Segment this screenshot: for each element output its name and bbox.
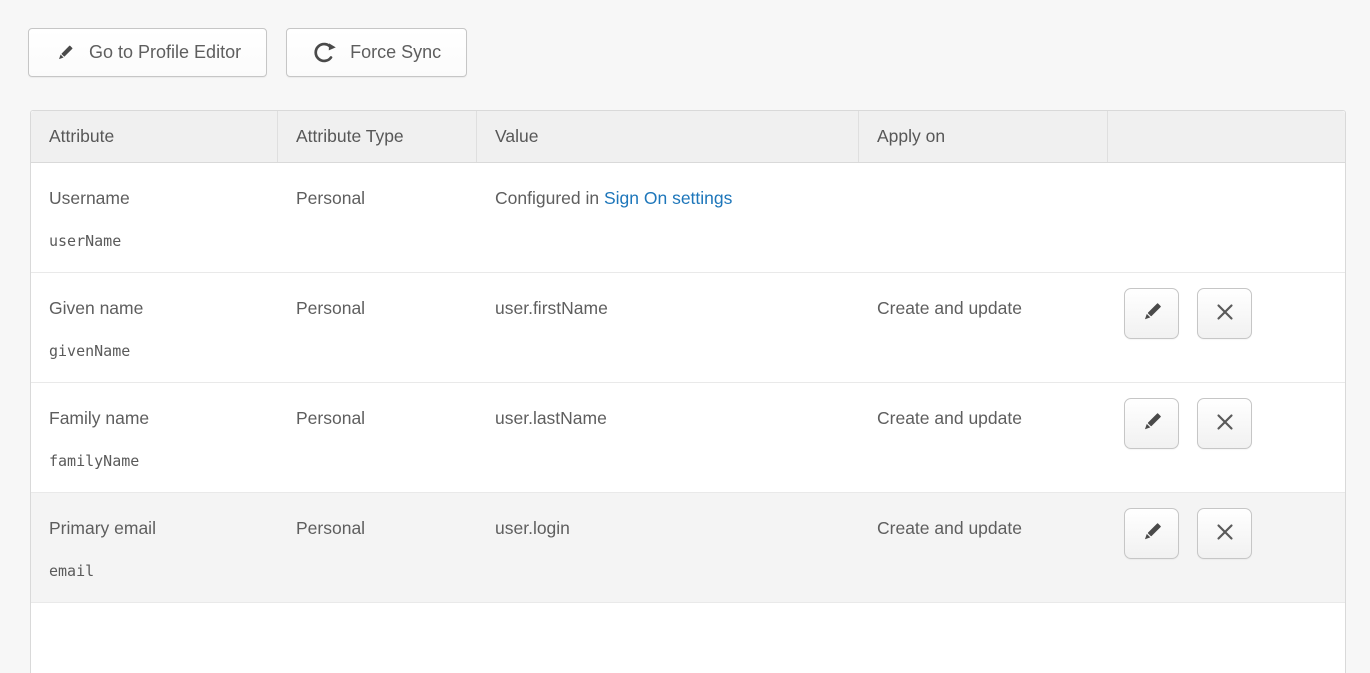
edit-attribute-button[interactable] — [1124, 398, 1179, 449]
attribute-variable-name: givenName — [49, 342, 278, 360]
attribute-mappings-table: Attribute Attribute Type Value Apply on … — [30, 110, 1346, 673]
column-header-value: Value — [477, 111, 859, 162]
table-row-given-name: Given name givenName Personal user.first… — [31, 273, 1345, 383]
go-to-profile-editor-label: Go to Profile Editor — [89, 42, 241, 63]
table-header-row: Attribute Attribute Type Value Apply on — [31, 111, 1345, 163]
attribute-label: Primary email — [49, 518, 278, 538]
actions-cell — [1108, 273, 1345, 382]
attribute-type-cell: Personal — [278, 163, 477, 272]
close-icon — [1212, 409, 1238, 438]
actions-cell — [1108, 493, 1345, 602]
pencil-icon — [54, 42, 76, 64]
table-row-partial — [31, 603, 1345, 673]
attribute-variable-name: userName — [49, 232, 278, 250]
value-cell: Configured in Sign On settings — [477, 163, 859, 272]
attribute-variable-name: familyName — [49, 452, 278, 470]
pencil-icon — [1139, 519, 1165, 548]
edit-attribute-button[interactable] — [1124, 508, 1179, 559]
value-text: Configured in — [495, 188, 604, 208]
attribute-type-cell: Personal — [278, 273, 477, 382]
delete-attribute-button[interactable] — [1197, 508, 1252, 559]
attribute-cell: Username userName — [31, 163, 278, 272]
attribute-label: Family name — [49, 408, 278, 428]
column-header-attribute-type: Attribute Type — [278, 111, 477, 162]
attribute-variable-name: email — [49, 562, 278, 580]
apply-on-cell: Create and update — [859, 383, 1108, 492]
attribute-label: Username — [49, 188, 278, 208]
close-icon — [1212, 519, 1238, 548]
delete-attribute-button[interactable] — [1197, 288, 1252, 339]
attribute-label: Given name — [49, 298, 278, 318]
pencil-icon — [1139, 299, 1165, 328]
apply-on-cell: Create and update — [859, 493, 1108, 602]
toolbar: Go to Profile Editor Force Sync — [28, 28, 467, 77]
apply-on-cell: Create and update — [859, 273, 1108, 382]
table-row-family-name: Family name familyName Personal user.las… — [31, 383, 1345, 493]
table-row-primary-email: Primary email email Personal user.login … — [31, 493, 1345, 603]
attribute-cell: Primary email email — [31, 493, 278, 602]
attribute-type-cell: Personal — [278, 493, 477, 602]
attribute-cell: Given name givenName — [31, 273, 278, 382]
apply-on-cell — [859, 163, 1108, 272]
attribute-cell: Family name familyName — [31, 383, 278, 492]
actions-cell — [1108, 383, 1345, 492]
refresh-icon — [312, 40, 337, 65]
pencil-icon — [1139, 409, 1165, 438]
value-cell: user.firstName — [477, 273, 859, 382]
value-cell: user.lastName — [477, 383, 859, 492]
force-sync-label: Force Sync — [350, 42, 441, 63]
table-row-username: Username userName Personal Configured in… — [31, 163, 1345, 273]
go-to-profile-editor-button[interactable]: Go to Profile Editor — [28, 28, 267, 77]
edit-attribute-button[interactable] — [1124, 288, 1179, 339]
delete-attribute-button[interactable] — [1197, 398, 1252, 449]
column-header-attribute: Attribute — [31, 111, 278, 162]
value-cell: user.login — [477, 493, 859, 602]
attribute-type-cell: Personal — [278, 383, 477, 492]
attribute-mappings-page: { "toolbar": { "buttons": [ { "label": "… — [0, 0, 1370, 644]
column-header-actions — [1108, 111, 1345, 162]
force-sync-button[interactable]: Force Sync — [286, 28, 467, 77]
close-icon — [1212, 299, 1238, 328]
sign-on-settings-link[interactable]: Sign On settings — [604, 188, 732, 208]
column-header-apply-on: Apply on — [859, 111, 1108, 162]
actions-cell-empty — [1108, 163, 1345, 272]
